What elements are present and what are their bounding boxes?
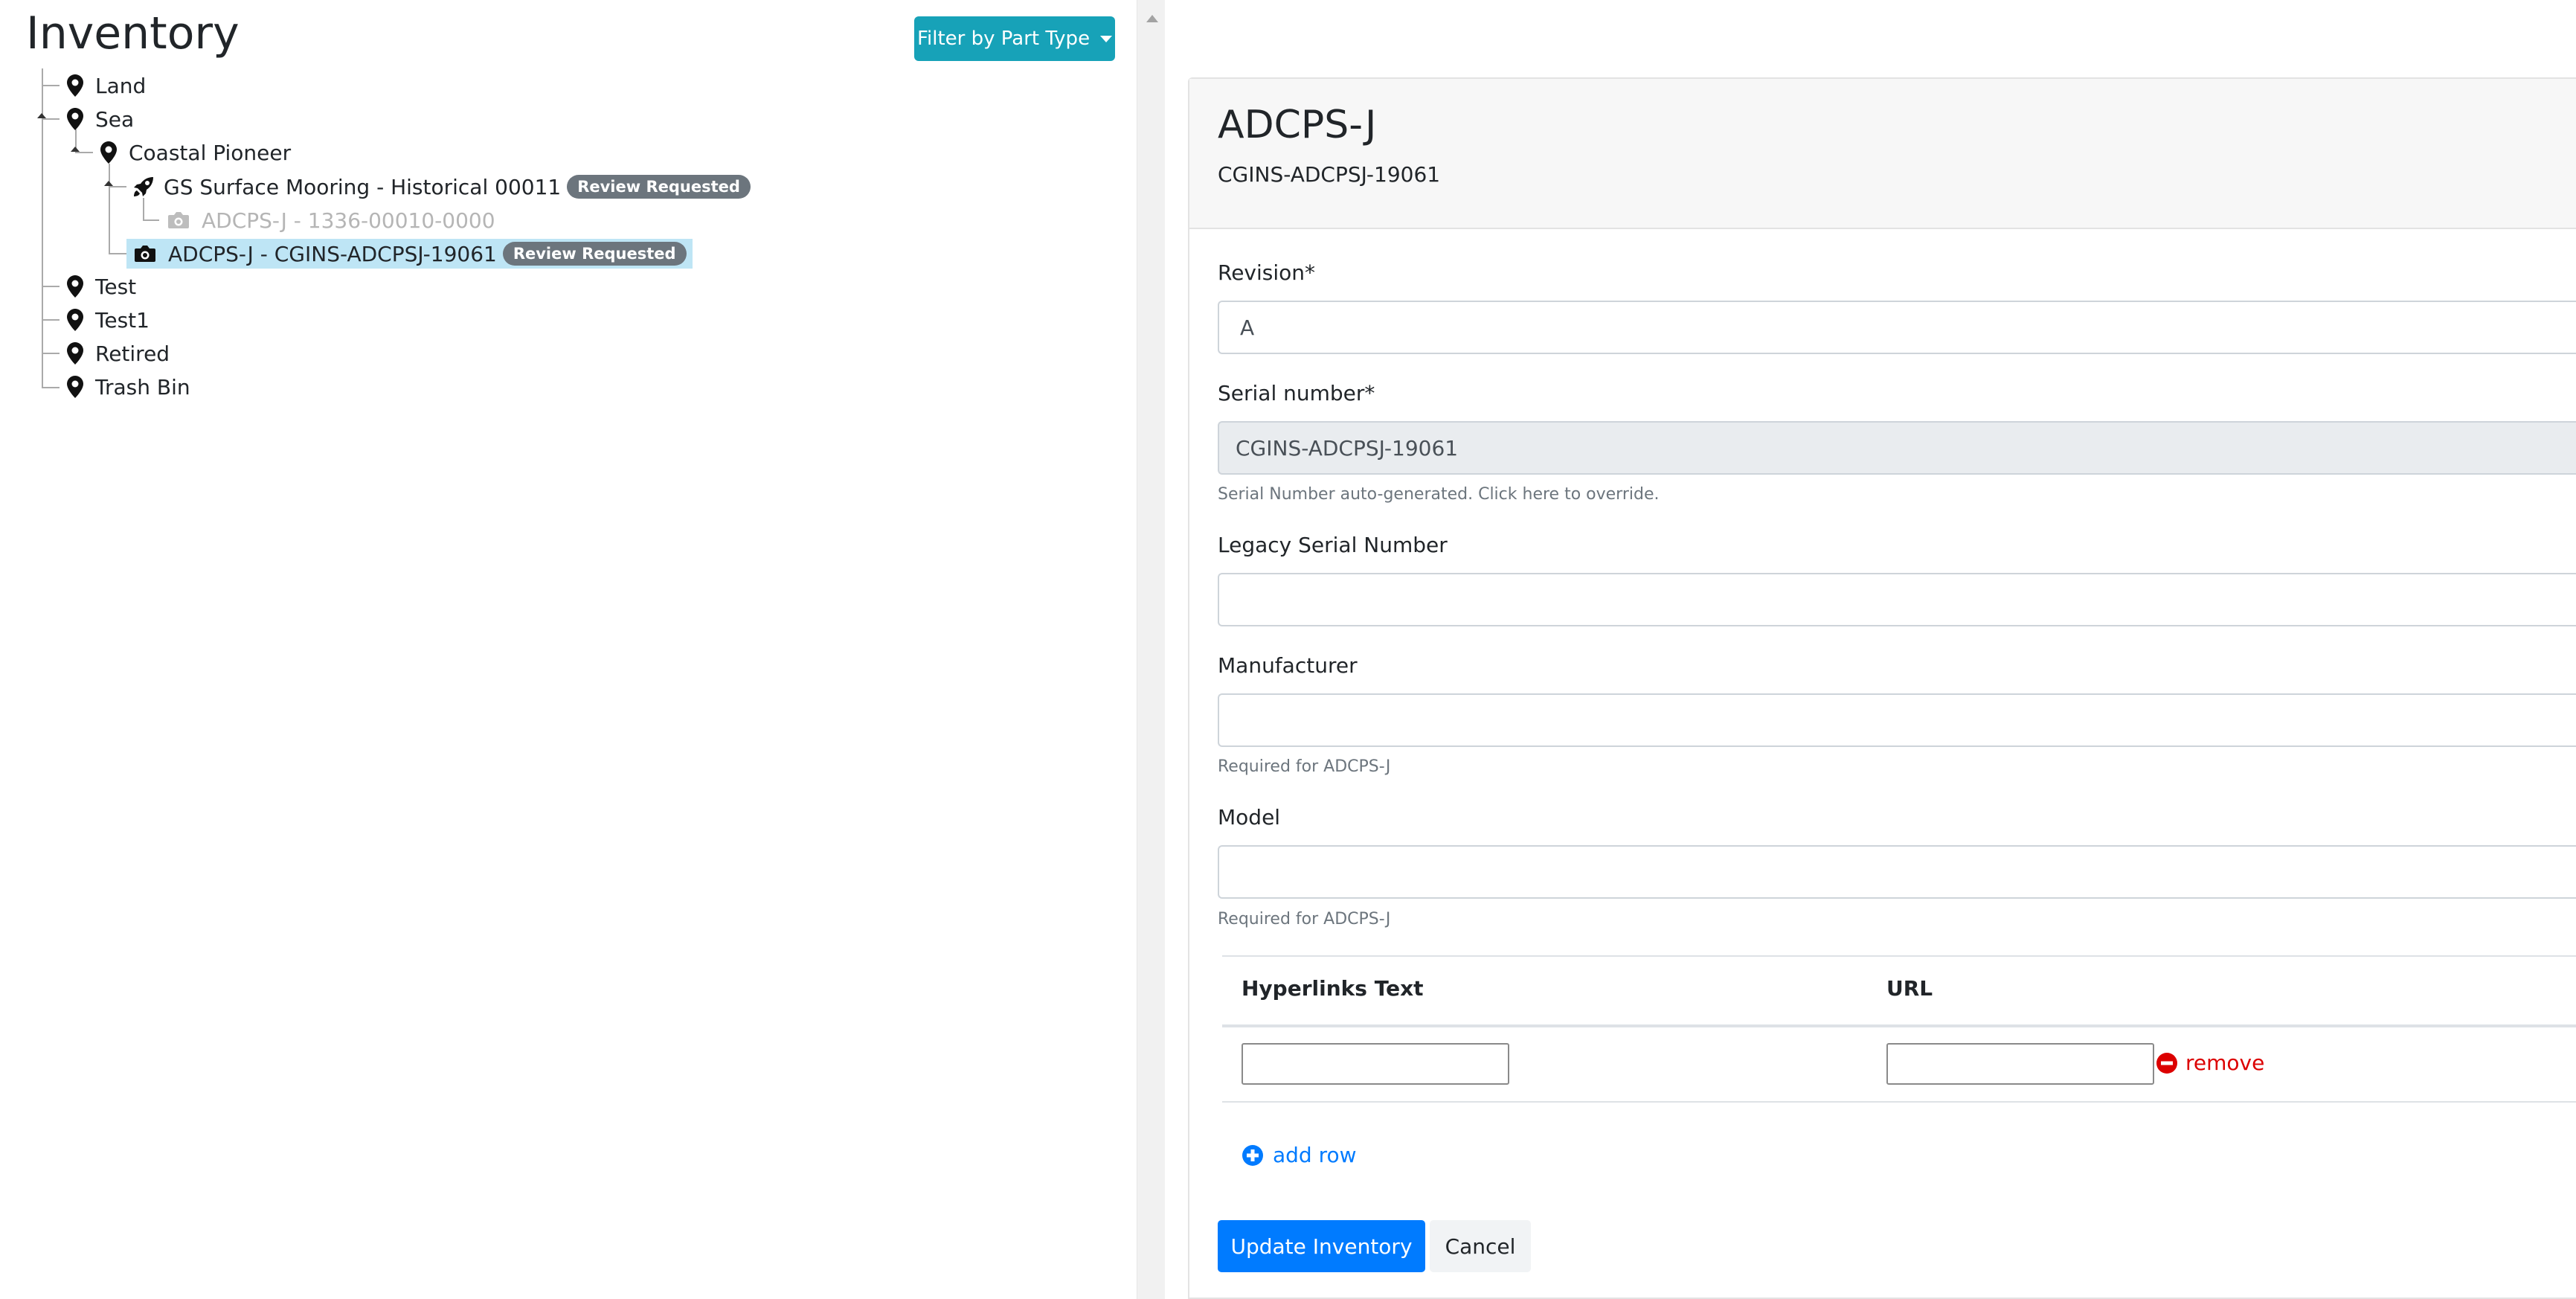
card-header: ADCPS-J CGINS-ADCPSJ-19061 <box>1189 79 2576 229</box>
tree-node-label: Coastal Pioneer <box>129 140 292 165</box>
tree-connector <box>109 164 110 254</box>
map-marker-icon <box>100 141 117 164</box>
part-title: ADCPS-J <box>1218 103 1377 147</box>
tree-scrollbar[interactable] <box>1137 0 1165 1299</box>
rocket-icon <box>134 177 153 196</box>
scroll-up-arrow-icon[interactable] <box>1146 15 1158 22</box>
tree-node-test1[interactable]: Test1 <box>67 305 150 335</box>
hyperlinks-table-top-border <box>1222 955 2576 957</box>
legacy-serial-number-input[interactable] <box>1218 573 2576 626</box>
map-marker-icon <box>67 309 83 331</box>
tree-connector <box>109 253 126 254</box>
hyperlinks-table-bottom-border <box>1222 1101 2576 1103</box>
serial-number-value: CGINS-ADCPSJ-19061 <box>1236 435 1459 461</box>
revision-input[interactable]: A <box>1218 301 2576 354</box>
legacy-serial-number-label: Legacy Serial Number <box>1218 533 1448 557</box>
tree-connector <box>42 118 60 120</box>
hyperlink-text-input[interactable] <box>1242 1043 1509 1085</box>
part-serial-subtitle: CGINS-ADCPSJ-19061 <box>1218 162 1441 187</box>
part-detail-card: ADCPS-J CGINS-ADCPSJ-19061 Revision* A S… <box>1188 77 2576 1299</box>
tree-node-label: Sea <box>95 106 135 132</box>
tree-node-selected-part[interactable]: ADCPS-J - CGINS-ADCPSJ-19061 Review Requ… <box>126 239 693 269</box>
model-input[interactable] <box>1218 845 2576 899</box>
cancel-button[interactable]: Cancel <box>1430 1220 1531 1272</box>
update-inventory-button[interactable]: Update Inventory <box>1218 1220 1425 1272</box>
serial-number-label: Serial number* <box>1218 381 1375 405</box>
revision-label: Revision* <box>1218 260 1316 285</box>
inventory-tree: Land Sea Coastal Pioneer GS Surface Moor… <box>0 0 1116 446</box>
model-label: Model <box>1218 805 1281 830</box>
collapse-toggle-coastal-pioneer[interactable] <box>71 147 80 152</box>
review-requested-badge: Review Requested <box>567 175 751 199</box>
hyperlink-url-input[interactable] <box>1886 1043 2154 1085</box>
tree-node-label: Test1 <box>95 307 150 333</box>
minus-circle-icon <box>2156 1052 2177 1074</box>
tree-node-label: Trash Bin <box>95 374 190 400</box>
tree-node-mooring[interactable]: GS Surface Mooring - Historical 00011 Re… <box>132 172 751 202</box>
camera-icon <box>168 212 189 228</box>
map-marker-icon <box>67 376 83 398</box>
url-column-header: URL <box>1886 976 1933 1001</box>
revision-value: A <box>1240 315 1255 340</box>
hyperlinks-text-column-header: Hyperlinks Text <box>1242 976 1424 1001</box>
manufacturer-label: Manufacturer <box>1218 653 1358 678</box>
tree-connector <box>42 286 60 287</box>
remove-row-button[interactable]: remove <box>2156 1051 2264 1075</box>
map-marker-icon <box>67 275 83 298</box>
collapse-toggle-sea[interactable] <box>37 113 46 118</box>
map-marker-icon <box>67 74 83 97</box>
tree-connector <box>75 152 93 153</box>
tree-node-label: Retired <box>95 341 170 366</box>
tree-node-trash-bin[interactable]: Trash Bin <box>67 372 190 402</box>
tree-node-coastal-pioneer[interactable]: Coastal Pioneer <box>100 138 291 167</box>
review-requested-badge: Review Requested <box>502 242 687 266</box>
tree-connector <box>143 219 159 221</box>
tree-node-label: GS Surface Mooring - Historical 00011 <box>164 174 562 199</box>
serial-number-input[interactable]: CGINS-ADCPSJ-19061 <box>1218 421 2576 475</box>
tree-node-label: ADCPS-J - 1336-00010-0000 <box>202 208 495 233</box>
manufacturer-help: Required for ADCPS-J <box>1218 757 1391 776</box>
inventory-pane: Inventory Filter by Part Type Land Sea C… <box>0 0 1137 1299</box>
collapse-toggle-mooring[interactable] <box>104 181 113 186</box>
serial-number-override-help[interactable]: Serial Number auto-generated. Click here… <box>1218 485 1659 504</box>
tree-node-retired[interactable]: Retired <box>67 339 170 368</box>
tree-node-test[interactable]: Test <box>67 272 136 301</box>
map-marker-icon <box>67 108 83 130</box>
tree-connector <box>42 387 60 388</box>
tree-node-label: ADCPS-J - CGINS-ADCPSJ-19061 <box>168 241 497 266</box>
manufacturer-input[interactable] <box>1218 693 2576 747</box>
tree-node-label: Test <box>95 274 137 299</box>
tree-node-land[interactable]: Land <box>67 71 146 100</box>
plus-circle-icon <box>1242 1144 1263 1166</box>
add-row-label: add row <box>1273 1143 1357 1167</box>
tree-connector <box>42 319 60 321</box>
tree-connector <box>42 353 60 354</box>
tree-connector <box>42 85 60 86</box>
map-marker-icon <box>67 342 83 365</box>
tree-connector <box>109 186 126 187</box>
tree-node-sea[interactable]: Sea <box>67 104 134 134</box>
model-help: Required for ADCPS-J <box>1218 910 1391 928</box>
remove-row-label: remove <box>2185 1051 2265 1075</box>
tree-node-child-part[interactable]: ADCPS-J - 1336-00010-0000 <box>167 205 495 235</box>
tree-node-label: Land <box>95 73 147 98</box>
camera-icon <box>135 246 155 262</box>
add-row-button[interactable]: add row <box>1242 1143 1357 1167</box>
hyperlinks-table-header-border <box>1222 1024 2576 1027</box>
